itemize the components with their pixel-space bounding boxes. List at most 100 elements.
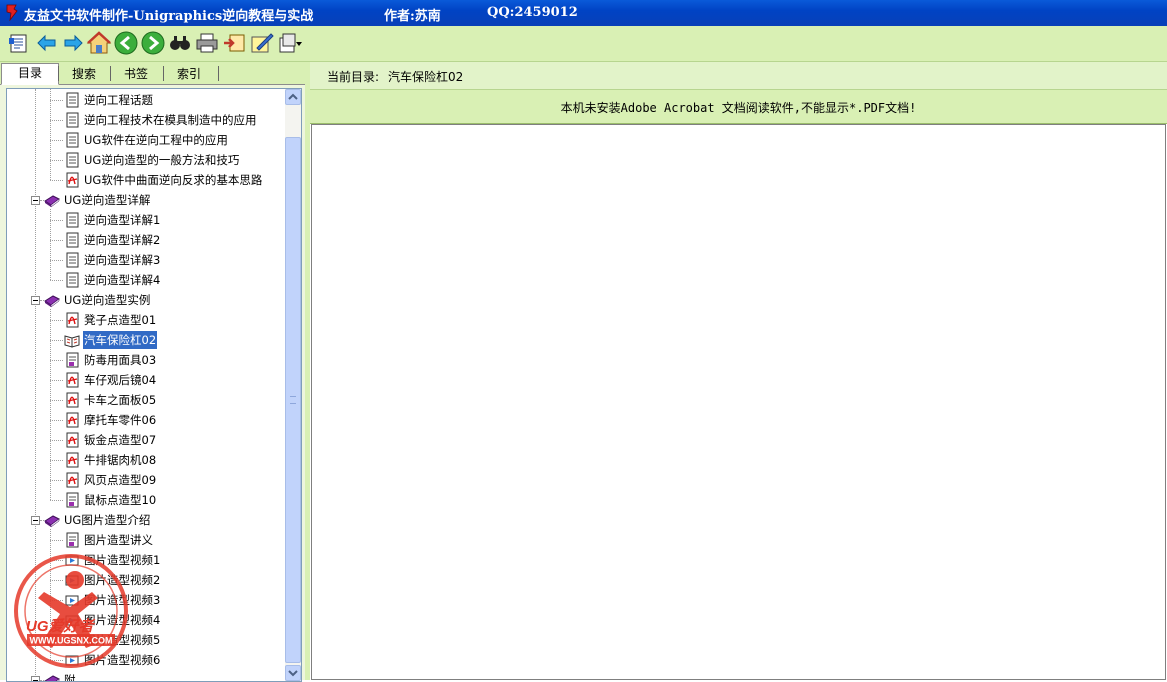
tree-connector xyxy=(50,340,63,341)
svg-text:UG爱好者: UG爱好者 xyxy=(26,618,96,635)
back-arrow-icon xyxy=(37,34,56,52)
next-topic-button[interactable] xyxy=(140,30,166,56)
current-path-value: 汽车保险杠02 xyxy=(388,70,464,84)
prev-circle-icon xyxy=(114,31,138,55)
tree-connector xyxy=(50,309,51,500)
app-logo-icon xyxy=(6,4,18,21)
tree-node-label: UG图片造型介绍 xyxy=(64,513,151,527)
book-icon xyxy=(44,195,60,208)
tree-connector xyxy=(50,120,63,121)
scroll-thumb[interactable] xyxy=(285,137,301,663)
document-icon xyxy=(66,212,79,228)
find-button[interactable] xyxy=(167,30,193,56)
options-button[interactable] xyxy=(277,30,303,56)
tree-collapse-toggle[interactable] xyxy=(31,196,40,205)
tree-node-label: 逆向造型详解1 xyxy=(84,213,161,227)
forward-button[interactable] xyxy=(60,30,86,56)
book-icon xyxy=(44,515,60,528)
pdf-icon xyxy=(66,412,79,428)
print-button[interactable] xyxy=(194,30,220,56)
previous-topic-button[interactable] xyxy=(113,30,139,56)
open-book-icon xyxy=(64,335,80,348)
current-path-bar: 当前目录: 汽车保险杠02 xyxy=(310,62,1167,90)
tree-node-label: UG逆向造型的一般方法和技巧 xyxy=(84,153,240,167)
tree-node-label: 逆向造型详解2 xyxy=(84,233,161,247)
home-button[interactable] xyxy=(86,30,112,56)
options-icon xyxy=(279,33,302,53)
tree-node-label: UG逆向造型实例 xyxy=(64,293,151,307)
tree-connector xyxy=(50,220,63,221)
tree-node-label: 摩托车零件06 xyxy=(84,413,157,427)
ugsnx-watermark-logo: UG爱好者 WWW.UGSNX.COM xyxy=(14,554,128,668)
nav-tabs: 目录 搜索 书签 索引 xyxy=(0,62,305,85)
document-icon xyxy=(66,352,79,368)
tab-search[interactable]: 搜索 xyxy=(60,65,108,83)
chevron-up-icon xyxy=(288,93,298,100)
tree-connector xyxy=(50,280,63,281)
find-icon xyxy=(170,36,190,50)
tree-connector xyxy=(50,89,51,180)
tree-connector xyxy=(50,160,63,161)
tree-connector xyxy=(50,180,63,181)
current-path-label: 当前目录: xyxy=(327,70,380,84)
tree-connector xyxy=(50,400,63,401)
tree-node-label: 卡车之面板05 xyxy=(84,393,157,407)
scroll-down-button[interactable] xyxy=(285,665,301,681)
title-bar: 友益文书软件制作-Unigraphics逆向教程与实战 作者:苏南 QQ:245… xyxy=(0,0,1167,26)
tree-node-label: 风页点造型09 xyxy=(84,473,157,487)
document-icon xyxy=(66,92,79,108)
tree-node-label: 图片造型讲义 xyxy=(84,533,153,547)
tree-connector xyxy=(50,500,63,501)
author-label: 作者:苏南 xyxy=(384,9,441,24)
tree-connector xyxy=(50,360,63,361)
tree-connector xyxy=(50,540,63,541)
tree-node-label: UG软件中曲面逆向反求的基本思路 xyxy=(84,173,263,187)
tree-connector xyxy=(50,240,63,241)
document-viewer[interactable] xyxy=(311,124,1166,680)
tree-node-label: UG逆向造型详解 xyxy=(64,193,151,207)
tree-node-label: 汽车保险杠02 xyxy=(83,331,158,349)
tab-contents[interactable]: 目录 xyxy=(1,63,59,85)
pdf-icon xyxy=(66,372,79,388)
pdf-icon xyxy=(66,452,79,468)
pdf-icon xyxy=(66,312,79,328)
tab-bookmarks[interactable]: 书签 xyxy=(112,65,160,83)
document-icon xyxy=(66,132,79,148)
next-circle-icon xyxy=(141,31,165,55)
tree-connector xyxy=(50,480,63,481)
tree-collapse-toggle[interactable] xyxy=(31,676,40,681)
content-pane: 当前目录: 汽车保险杠02 本机未安装Adobe Acrobat 文档阅读软件,… xyxy=(310,62,1167,680)
pdf-icon xyxy=(66,472,79,488)
tree-collapse-toggle[interactable] xyxy=(31,516,40,525)
tree-connector xyxy=(50,260,63,261)
tree-node-label: 逆向工程技术在模具制造中的应用 xyxy=(84,113,257,127)
chevron-down-icon xyxy=(288,670,298,677)
contents-button[interactable] xyxy=(6,30,32,56)
home-icon xyxy=(86,31,112,54)
tree-scrollbar[interactable] xyxy=(285,89,301,681)
svg-text:WWW.UGSNX.COM: WWW.UGSNX.COM xyxy=(30,636,113,646)
tab-index[interactable]: 索引 xyxy=(165,65,213,83)
pdf-icon xyxy=(66,172,79,188)
tree-node-label: 凳子点造型01 xyxy=(84,313,157,327)
tree-node-label: 逆向造型详解3 xyxy=(84,253,161,267)
back-button[interactable] xyxy=(34,30,60,56)
tree-connector xyxy=(50,140,63,141)
tree-node-label: 车仔观后镜04 xyxy=(84,373,157,387)
export-button[interactable] xyxy=(222,30,248,56)
tree-node-label: 防毒用面具03 xyxy=(84,353,157,367)
book-icon xyxy=(44,295,60,308)
document-icon xyxy=(66,272,79,288)
print-icon xyxy=(196,33,218,53)
edit-button[interactable] xyxy=(249,30,275,56)
qq-label: QQ:2459012 xyxy=(487,5,578,20)
tree-node-label: 鼠标点造型10 xyxy=(84,493,157,507)
tree-collapse-toggle[interactable] xyxy=(31,296,40,305)
scroll-up-button[interactable] xyxy=(285,89,301,105)
contents-icon xyxy=(9,34,27,53)
document-icon xyxy=(66,112,79,128)
tree-connector xyxy=(50,380,63,381)
document-icon xyxy=(66,492,79,508)
tree-connector xyxy=(50,460,63,461)
document-icon xyxy=(66,232,79,248)
